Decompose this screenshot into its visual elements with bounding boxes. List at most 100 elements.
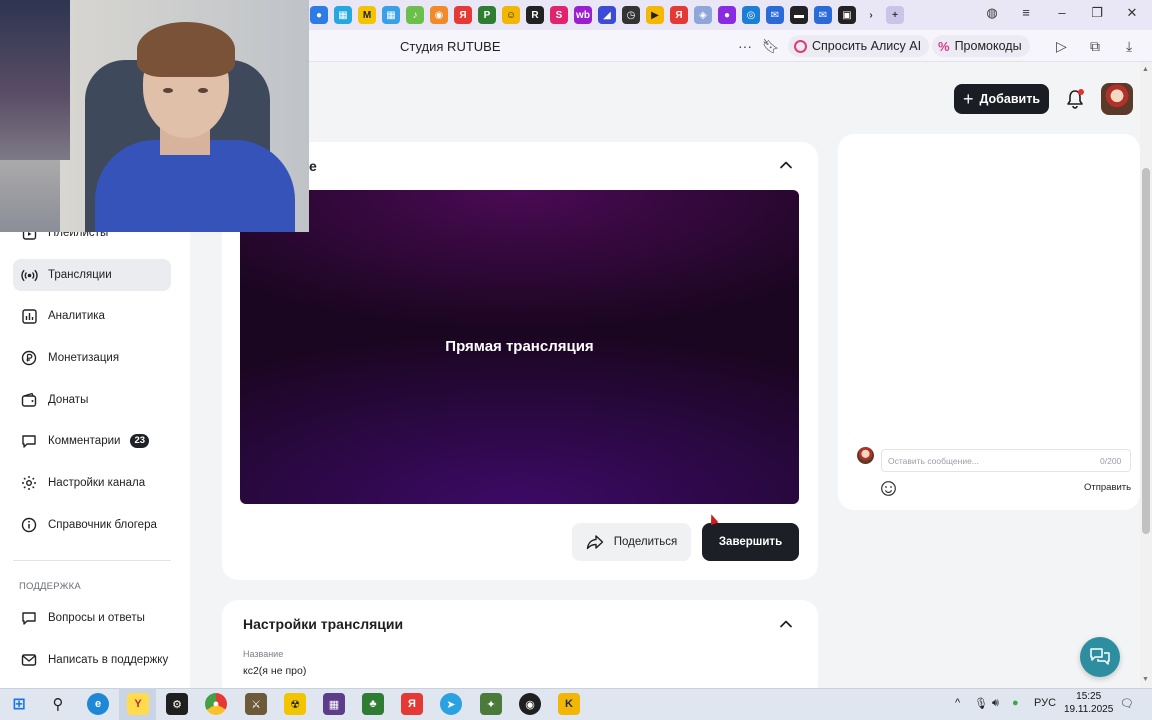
favicon-bookmark-15[interactable]: ▶ [646,6,664,24]
game-icon-3[interactable]: ▦ [323,693,345,715]
favicon-bookmark-21[interactable]: ▬ [790,6,808,24]
chat-char-counter: 0/200 [1100,456,1122,466]
sidebar-item-blogger-guide[interactable]: Справочник блогера [13,509,171,541]
favicon-bookmark-13[interactable]: ◢ [598,6,616,24]
info-icon [20,516,38,534]
scrollbar-thumb[interactable] [1142,168,1150,534]
taskbar-clock[interactable]: 15:25 19.11.2025 [1064,690,1113,716]
sidebar-item-label: Написать в поддержку [48,654,169,666]
notifications-center-icon[interactable]: 🗨︎ [1120,697,1134,710]
sidebar-item-donations[interactable]: Донаты [13,384,171,416]
alice-icon [794,39,807,53]
app-icon-1[interactable]: ⚙ [166,693,188,715]
sidebar-item-analytics[interactable]: Аналитика [13,300,171,332]
sidebar-item-monetization[interactable]: Монетизация [13,342,171,374]
plus-icon: + [962,89,974,109]
site-title[interactable]: Студия RUTUBE [400,39,501,54]
bookmark-icon[interactable]: 🔖︎ [762,38,780,55]
app-icon-2[interactable]: K [558,693,580,715]
sidebar-item-broadcasts[interactable]: Трансляции [13,259,171,291]
live-stream-player[interactable]: Прямая трансляция [240,190,799,504]
favicon-bookmark-16[interactable]: Я [670,6,688,24]
game-icon-1[interactable]: ⚔ [245,693,267,715]
favicon-bookmark-23[interactable]: ▣ [838,6,856,24]
favicon-bookmark-22[interactable]: ✉ [814,6,832,24]
chat-send-button[interactable]: Отправить [1084,482,1131,493]
network-status-icon[interactable]: ● [1012,697,1019,709]
tabs-scroll-right-icon[interactable]: › [862,6,880,24]
promocodes-button[interactable]: % Промокоды [932,35,1030,57]
media-icon[interactable]: ▷ [1056,38,1067,55]
mail-icon [20,651,38,669]
downloads-icon[interactable]: ⤓ [1126,38,1132,55]
chat-user-avatar [857,447,874,464]
edge-browser-icon[interactable]: e [87,693,109,715]
sidebar-item-faq[interactable]: Вопросы и ответы [13,602,171,634]
taskbar-date: 19.11.2025 [1064,704,1114,715]
finish-stream-button[interactable]: Завершить [702,523,799,561]
more-options-icon[interactable]: ··· [738,38,752,54]
volume-icon[interactable]: 🔊︎ [992,697,999,710]
yandex-app-icon[interactable]: Я [401,693,423,715]
sidebar-item-contact-support[interactable]: Написать в поддержку [13,644,171,676]
input-language[interactable]: РУС [1034,697,1056,709]
favicon-rutube-active[interactable]: S [550,6,568,24]
favicon-bookmark-14[interactable]: ◷ [622,6,640,24]
stream-name-value[interactable]: кс2(я не про) [243,665,306,677]
scroll-up-arrow-icon[interactable]: ▲ [1142,66,1149,73]
sidebar-item-comments[interactable]: Комментарии 23 [13,425,171,457]
close-icon[interactable]: ✕ [1122,5,1142,21]
favicon-bookmark-3[interactable]: M [358,6,376,24]
favicon-bookmark-8[interactable]: P [478,6,496,24]
ask-alice-button[interactable]: Спросить Алису AI [788,35,930,57]
add-button[interactable]: + Добавить [954,84,1049,114]
favicon-bookmark-1[interactable]: ● [310,6,328,24]
favicon-bookmark-10[interactable]: R [526,6,544,24]
stream-settings-card [222,600,818,700]
yandex-browser-icon[interactable]: Y [127,693,149,715]
minimize-icon[interactable]: – [1052,5,1072,20]
telegram-icon[interactable]: ➤ [440,693,462,715]
favicon-bookmark-12[interactable]: wb [574,6,592,24]
maximize-icon[interactable]: ❐ [1087,5,1107,21]
user-avatar[interactable] [1101,83,1133,115]
favicon-bookmark-20[interactable]: ✉ [766,6,784,24]
stream-name-label: Название [243,649,284,659]
browser-menu-icon[interactable]: ≡ [1016,5,1036,20]
windows-start-icon[interactable]: ⊞ [8,693,30,715]
favicon-bookmark-19[interactable]: ◎ [742,6,760,24]
promocodes-label: Промокоды [954,39,1022,53]
scroll-down-arrow-icon[interactable]: ▼ [1142,676,1149,683]
obs-studio-icon[interactable]: ◉ [519,693,541,715]
favicon-bookmark-4[interactable]: ▦ [382,6,400,24]
share-button[interactable]: Поделиться [572,523,691,561]
settings-collapse-chevron-up-icon[interactable] [778,616,794,632]
search-icon[interactable]: ⚲ [47,693,69,715]
comments-icon [20,432,38,450]
favicon-bookmark-9[interactable]: ☺ [502,6,520,24]
sidebar-item-label: Комментарии [48,435,121,447]
favicon-bookmark-2[interactable]: ▦ [334,6,352,24]
favicon-bookmark-5[interactable]: ♪ [406,6,424,24]
chrome-icon[interactable]: ● [205,693,227,715]
sidebar-item-channel-settings[interactable]: Настройки канала [13,467,171,499]
new-tab-icon[interactable]: + [886,6,904,24]
support-chat-button[interactable] [1080,637,1120,677]
tray-overflow-icon[interactable]: ^ [955,697,960,709]
comments-count-badge: 23 [130,434,150,448]
collapse-chevron-up-icon[interactable] [778,157,794,173]
donate-icon [20,391,38,409]
game-icon-5[interactable]: ✦ [480,693,502,715]
browser-profile-icon[interactable]: ◍ [982,5,1002,21]
monetization-icon [20,349,38,367]
extensions-icon[interactable]: ⧉ [1090,38,1100,55]
favicon-bookmark-7[interactable]: Я [454,6,472,24]
favicon-bookmark-6[interactable]: ◉ [430,6,448,24]
ask-alice-label: Спросить Алису AI [812,39,922,53]
favicon-bookmark-17[interactable]: ◈ [694,6,712,24]
game-icon-4[interactable]: ♣ [362,693,384,715]
favicon-bookmark-18[interactable]: ● [718,6,736,24]
emoji-smile-icon[interactable] [880,480,897,497]
game-icon-2[interactable]: ☢ [284,693,306,715]
microphone-icon[interactable]: 🎙︎ [974,697,988,710]
